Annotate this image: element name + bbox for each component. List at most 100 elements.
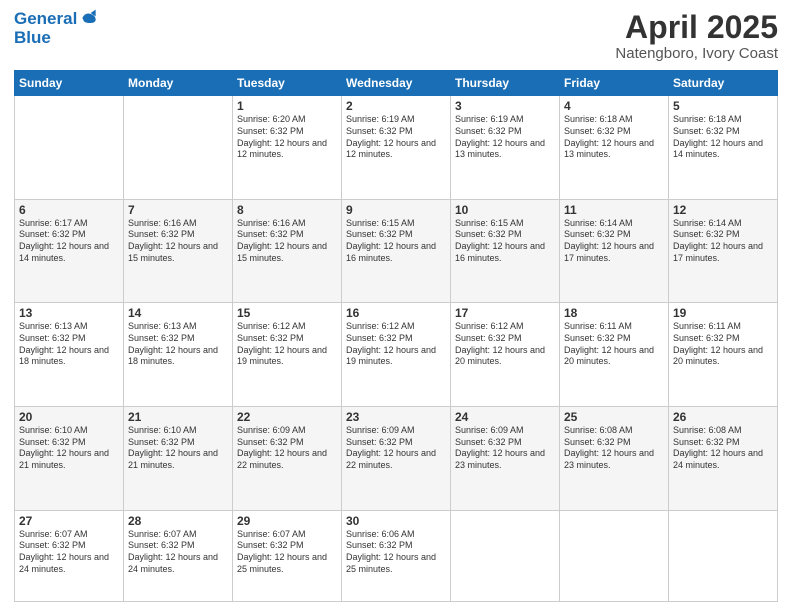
calendar-cell [124, 96, 233, 200]
day-number: 10 [455, 203, 555, 217]
logo-text-blue: Blue [14, 29, 51, 48]
calendar-cell: 24Sunrise: 6:09 AMSunset: 6:32 PMDayligh… [451, 407, 560, 511]
day-number: 24 [455, 410, 555, 424]
calendar-cell: 14Sunrise: 6:13 AMSunset: 6:32 PMDayligh… [124, 303, 233, 407]
day-number: 26 [673, 410, 773, 424]
weekday-header-wednesday: Wednesday [342, 71, 451, 96]
calendar-cell: 8Sunrise: 6:16 AMSunset: 6:32 PMDaylight… [233, 199, 342, 303]
day-info: Sunrise: 6:08 AMSunset: 6:32 PMDaylight:… [673, 425, 773, 472]
day-info: Sunrise: 6:12 AMSunset: 6:32 PMDaylight:… [237, 321, 337, 368]
day-info: Sunrise: 6:11 AMSunset: 6:32 PMDaylight:… [673, 321, 773, 368]
weekday-header-thursday: Thursday [451, 71, 560, 96]
day-info: Sunrise: 6:16 AMSunset: 6:32 PMDaylight:… [237, 218, 337, 265]
day-number: 6 [19, 203, 119, 217]
calendar-cell: 2Sunrise: 6:19 AMSunset: 6:32 PMDaylight… [342, 96, 451, 200]
page: General Blue April 2025 Natengboro, Ivor… [0, 0, 792, 612]
day-info: Sunrise: 6:09 AMSunset: 6:32 PMDaylight:… [455, 425, 555, 472]
day-number: 12 [673, 203, 773, 217]
day-info: Sunrise: 6:09 AMSunset: 6:32 PMDaylight:… [237, 425, 337, 472]
calendar-cell: 22Sunrise: 6:09 AMSunset: 6:32 PMDayligh… [233, 407, 342, 511]
calendar-cell: 16Sunrise: 6:12 AMSunset: 6:32 PMDayligh… [342, 303, 451, 407]
logo-text: General [14, 10, 77, 29]
day-number: 5 [673, 99, 773, 113]
day-info: Sunrise: 6:18 AMSunset: 6:32 PMDaylight:… [673, 114, 773, 161]
calendar-cell: 13Sunrise: 6:13 AMSunset: 6:32 PMDayligh… [15, 303, 124, 407]
day-info: Sunrise: 6:16 AMSunset: 6:32 PMDaylight:… [128, 218, 228, 265]
calendar-cell: 12Sunrise: 6:14 AMSunset: 6:32 PMDayligh… [669, 199, 778, 303]
day-number: 29 [237, 514, 337, 528]
day-info: Sunrise: 6:13 AMSunset: 6:32 PMDaylight:… [19, 321, 119, 368]
day-info: Sunrise: 6:14 AMSunset: 6:32 PMDaylight:… [673, 218, 773, 265]
day-number: 30 [346, 514, 446, 528]
calendar-cell: 20Sunrise: 6:10 AMSunset: 6:32 PMDayligh… [15, 407, 124, 511]
day-number: 2 [346, 99, 446, 113]
calendar-cell: 15Sunrise: 6:12 AMSunset: 6:32 PMDayligh… [233, 303, 342, 407]
day-number: 23 [346, 410, 446, 424]
weekday-header-friday: Friday [560, 71, 669, 96]
day-info: Sunrise: 6:06 AMSunset: 6:32 PMDaylight:… [346, 529, 446, 576]
calendar-cell: 7Sunrise: 6:16 AMSunset: 6:32 PMDaylight… [124, 199, 233, 303]
calendar-cell: 23Sunrise: 6:09 AMSunset: 6:32 PMDayligh… [342, 407, 451, 511]
day-number: 8 [237, 203, 337, 217]
day-number: 11 [564, 203, 664, 217]
logo-icon [79, 8, 99, 28]
calendar-cell: 17Sunrise: 6:12 AMSunset: 6:32 PMDayligh… [451, 303, 560, 407]
day-number: 27 [19, 514, 119, 528]
calendar-cell [15, 96, 124, 200]
calendar-cell: 10Sunrise: 6:15 AMSunset: 6:32 PMDayligh… [451, 199, 560, 303]
calendar-cell: 9Sunrise: 6:15 AMSunset: 6:32 PMDaylight… [342, 199, 451, 303]
calendar-cell: 19Sunrise: 6:11 AMSunset: 6:32 PMDayligh… [669, 303, 778, 407]
day-info: Sunrise: 6:12 AMSunset: 6:32 PMDaylight:… [346, 321, 446, 368]
calendar-cell: 5Sunrise: 6:18 AMSunset: 6:32 PMDaylight… [669, 96, 778, 200]
calendar-cell [669, 510, 778, 601]
weekday-header-monday: Monday [124, 71, 233, 96]
title-block: April 2025 Natengboro, Ivory Coast [615, 10, 778, 62]
day-info: Sunrise: 6:14 AMSunset: 6:32 PMDaylight:… [564, 218, 664, 265]
calendar-cell: 29Sunrise: 6:07 AMSunset: 6:32 PMDayligh… [233, 510, 342, 601]
day-number: 16 [346, 306, 446, 320]
day-info: Sunrise: 6:15 AMSunset: 6:32 PMDaylight:… [455, 218, 555, 265]
logo: General Blue [14, 10, 99, 47]
calendar-cell: 30Sunrise: 6:06 AMSunset: 6:32 PMDayligh… [342, 510, 451, 601]
weekday-header-sunday: Sunday [15, 71, 124, 96]
day-info: Sunrise: 6:12 AMSunset: 6:32 PMDaylight:… [455, 321, 555, 368]
day-number: 20 [19, 410, 119, 424]
day-info: Sunrise: 6:10 AMSunset: 6:32 PMDaylight:… [19, 425, 119, 472]
calendar-cell: 6Sunrise: 6:17 AMSunset: 6:32 PMDaylight… [15, 199, 124, 303]
day-number: 17 [455, 306, 555, 320]
day-number: 19 [673, 306, 773, 320]
calendar-cell: 18Sunrise: 6:11 AMSunset: 6:32 PMDayligh… [560, 303, 669, 407]
calendar-cell [560, 510, 669, 601]
calendar-cell: 21Sunrise: 6:10 AMSunset: 6:32 PMDayligh… [124, 407, 233, 511]
calendar-cell: 28Sunrise: 6:07 AMSunset: 6:32 PMDayligh… [124, 510, 233, 601]
calendar-cell: 3Sunrise: 6:19 AMSunset: 6:32 PMDaylight… [451, 96, 560, 200]
page-subtitle: Natengboro, Ivory Coast [615, 45, 778, 62]
calendar-cell: 27Sunrise: 6:07 AMSunset: 6:32 PMDayligh… [15, 510, 124, 601]
calendar-cell: 26Sunrise: 6:08 AMSunset: 6:32 PMDayligh… [669, 407, 778, 511]
day-info: Sunrise: 6:19 AMSunset: 6:32 PMDaylight:… [455, 114, 555, 161]
day-info: Sunrise: 6:17 AMSunset: 6:32 PMDaylight:… [19, 218, 119, 265]
page-title: April 2025 [615, 10, 778, 45]
day-info: Sunrise: 6:15 AMSunset: 6:32 PMDaylight:… [346, 218, 446, 265]
day-info: Sunrise: 6:07 AMSunset: 6:32 PMDaylight:… [128, 529, 228, 576]
calendar-cell: 11Sunrise: 6:14 AMSunset: 6:32 PMDayligh… [560, 199, 669, 303]
day-info: Sunrise: 6:07 AMSunset: 6:32 PMDaylight:… [19, 529, 119, 576]
day-number: 14 [128, 306, 228, 320]
calendar-cell [451, 510, 560, 601]
day-number: 21 [128, 410, 228, 424]
day-number: 4 [564, 99, 664, 113]
day-number: 18 [564, 306, 664, 320]
header: General Blue April 2025 Natengboro, Ivor… [14, 10, 778, 62]
day-info: Sunrise: 6:07 AMSunset: 6:32 PMDaylight:… [237, 529, 337, 576]
day-info: Sunrise: 6:11 AMSunset: 6:32 PMDaylight:… [564, 321, 664, 368]
day-info: Sunrise: 6:09 AMSunset: 6:32 PMDaylight:… [346, 425, 446, 472]
day-info: Sunrise: 6:08 AMSunset: 6:32 PMDaylight:… [564, 425, 664, 472]
day-number: 3 [455, 99, 555, 113]
day-number: 13 [19, 306, 119, 320]
calendar-cell: 1Sunrise: 6:20 AMSunset: 6:32 PMDaylight… [233, 96, 342, 200]
day-info: Sunrise: 6:10 AMSunset: 6:32 PMDaylight:… [128, 425, 228, 472]
day-info: Sunrise: 6:13 AMSunset: 6:32 PMDaylight:… [128, 321, 228, 368]
weekday-header-tuesday: Tuesday [233, 71, 342, 96]
day-number: 25 [564, 410, 664, 424]
calendar-cell: 4Sunrise: 6:18 AMSunset: 6:32 PMDaylight… [560, 96, 669, 200]
